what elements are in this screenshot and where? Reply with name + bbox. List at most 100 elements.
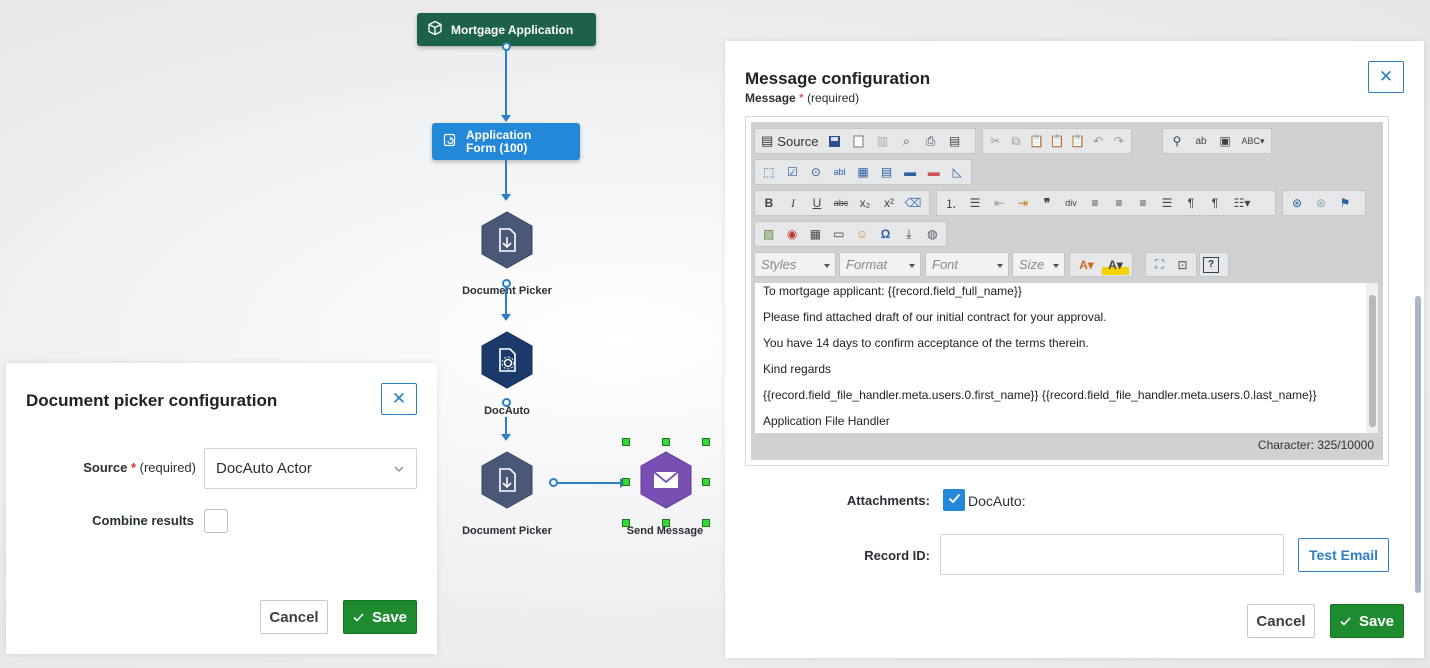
textarea-icon[interactable]: ▦	[852, 162, 874, 182]
close-button[interactable]: ✕	[1368, 61, 1404, 93]
record-id-input[interactable]	[940, 534, 1284, 575]
save-button[interactable]: Save	[1330, 604, 1404, 638]
toolbar-tools-group: ⛶ ⊡	[1145, 252, 1197, 277]
editor-scrollbar[interactable]	[1366, 283, 1378, 433]
undo-icon[interactable]: ↶	[1089, 131, 1108, 151]
editor-content[interactable]: To mortgage applicant: {{record.field_fu…	[755, 283, 1378, 433]
print-icon[interactable]: ⎙	[920, 131, 942, 151]
test-email-button[interactable]: Test Email	[1298, 538, 1389, 572]
horizontal-rule-icon[interactable]: ▭	[828, 224, 849, 244]
docauto-attachment-checkbox[interactable]	[943, 489, 965, 511]
cancel-button[interactable]: Cancel	[1247, 604, 1315, 638]
indent-icon[interactable]: ⇥	[1012, 193, 1034, 213]
help-icon[interactable]: ?	[1203, 256, 1219, 273]
cut-icon[interactable]: ✂	[986, 131, 1005, 151]
spellcheck-icon[interactable]: ABC▾	[1238, 131, 1268, 151]
anchor-icon[interactable]: ⚑	[1334, 193, 1356, 213]
justify-icon[interactable]: ☰	[1156, 193, 1178, 213]
bulleted-list-icon[interactable]: ☰	[964, 193, 986, 213]
find-icon[interactable]: ⚲	[1166, 131, 1188, 151]
paste-word-icon[interactable]: 📋	[1068, 131, 1087, 151]
bold-icon[interactable]: B	[758, 193, 780, 213]
templates-list-icon[interactable]: ▤	[944, 131, 966, 151]
show-blocks-icon[interactable]: ⊡	[1172, 255, 1193, 275]
special-char-icon[interactable]: Ω	[875, 224, 896, 244]
remove-format-icon[interactable]: ⌫	[902, 193, 924, 213]
hidden-field-icon[interactable]: ◺	[947, 162, 969, 182]
templates-icon[interactable]: ▥	[872, 131, 894, 151]
styles-combo[interactable]: Styles	[754, 252, 836, 277]
align-left-icon[interactable]: ≡	[1084, 193, 1106, 213]
preview-icon[interactable]: ⌕	[896, 131, 918, 151]
docauto-node-icon[interactable]	[480, 331, 534, 389]
italic-icon[interactable]: I	[782, 193, 804, 213]
selection-handle[interactable]	[622, 519, 630, 527]
strikethrough-icon[interactable]: abc	[830, 193, 852, 213]
text-color-icon[interactable]: A▾	[1073, 255, 1100, 275]
editor-scrollbar-thumb[interactable]	[1369, 295, 1376, 427]
superscript-icon[interactable]: x²	[878, 193, 900, 213]
replace-icon[interactable]: ab	[1190, 131, 1212, 151]
rtl-icon[interactable]: ¶	[1204, 193, 1226, 213]
link-icon[interactable]: ⊛	[1286, 193, 1308, 213]
toolbar-paragraph-group: ⒈ ☰ ⇤ ⇥ ❞ div ≡ ≡ ≡ ☰ ¶ ¶ ☷▾	[936, 190, 1276, 216]
iframe-icon[interactable]: ◍	[922, 224, 943, 244]
underline-icon[interactable]: U	[806, 193, 828, 213]
document-picker-node-icon[interactable]	[480, 211, 534, 269]
form-node-application-form[interactable]: Application Form (100)	[432, 123, 580, 160]
button-field-icon[interactable]: ▬	[899, 162, 921, 182]
connector-port[interactable]	[549, 478, 558, 487]
subscript-icon[interactable]: x₂	[854, 193, 876, 213]
selection-handle[interactable]	[702, 478, 710, 486]
numbered-list-icon[interactable]: ⒈	[940, 193, 962, 213]
connector-arrow	[501, 314, 511, 321]
copy-icon[interactable]: ⧉	[1007, 131, 1026, 151]
image-button-icon[interactable]: ▬	[923, 162, 945, 182]
font-combo[interactable]: Font	[925, 252, 1009, 277]
toolbar-colors-group: A▾ A▾	[1069, 252, 1133, 277]
creatediv-icon[interactable]: div	[1060, 193, 1082, 213]
language-icon[interactable]: ☷▾	[1228, 193, 1256, 213]
maximize-icon[interactable]: ⛶	[1149, 255, 1170, 275]
selection-handle[interactable]	[702, 438, 710, 446]
source-select[interactable]: DocAuto Actor	[204, 448, 417, 489]
format-combo[interactable]: Format	[839, 252, 921, 277]
selection-handle[interactable]	[662, 438, 670, 446]
source-button[interactable]: ▤ Source	[758, 131, 822, 151]
flash-icon[interactable]: ◉	[781, 224, 802, 244]
panel-scrollbar[interactable]	[1415, 296, 1421, 593]
save-button[interactable]: Save	[343, 600, 417, 634]
blockquote-icon[interactable]: ❞	[1036, 193, 1058, 213]
form-icon[interactable]: ⬚	[758, 162, 780, 182]
select-field-icon[interactable]: ▤	[876, 162, 898, 182]
unlink-icon[interactable]: ⊛	[1310, 193, 1332, 213]
table-icon[interactable]: ▦	[805, 224, 826, 244]
selection-handle[interactable]	[622, 438, 630, 446]
combine-results-checkbox[interactable]	[204, 509, 228, 533]
page-break-icon[interactable]: ⤓	[898, 224, 919, 244]
selection-handle[interactable]	[622, 478, 630, 486]
selection-handle[interactable]	[702, 519, 710, 527]
send-message-node-icon[interactable]	[639, 451, 693, 509]
redo-icon[interactable]: ↷	[1109, 131, 1128, 151]
selection-handle[interactable]	[662, 519, 670, 527]
align-center-icon[interactable]: ≡	[1108, 193, 1130, 213]
document-picker-node-icon[interactable]	[480, 451, 534, 509]
save-icon[interactable]	[824, 131, 846, 151]
align-right-icon[interactable]: ≡	[1132, 193, 1154, 213]
new-page-icon[interactable]	[848, 131, 870, 151]
cancel-button[interactable]: Cancel	[260, 600, 328, 634]
checkbox-icon[interactable]: ☑	[782, 162, 804, 182]
size-combo[interactable]: Size	[1012, 252, 1065, 277]
outdent-icon[interactable]: ⇤	[988, 193, 1010, 213]
paste-icon[interactable]: 📋	[1027, 131, 1046, 151]
select-all-icon[interactable]: ▣	[1214, 131, 1236, 151]
radio-icon[interactable]: ⊙	[805, 162, 827, 182]
smiley-icon[interactable]: ☺	[852, 224, 873, 244]
image-icon[interactable]: ▨	[758, 224, 779, 244]
ltr-icon[interactable]: ¶	[1180, 193, 1202, 213]
textfield-icon[interactable]: abl	[829, 162, 851, 182]
bg-color-icon[interactable]: A▾	[1102, 254, 1129, 275]
close-button[interactable]: ✕	[381, 383, 417, 415]
paste-text-icon[interactable]: 📋	[1048, 131, 1067, 151]
